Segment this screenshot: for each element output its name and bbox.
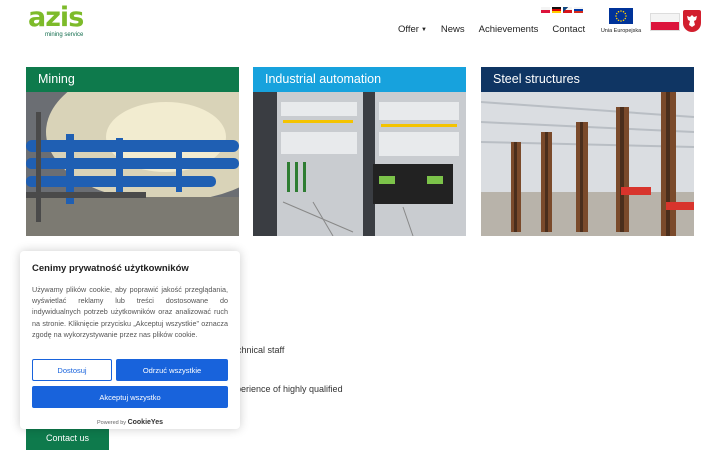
polish-eagle-icon: [683, 10, 701, 32]
nav-offer[interactable]: Offer ▼: [398, 24, 427, 35]
cookie-consent-dialog: Cenimy prywatność użytkowników Używamy p…: [20, 251, 240, 429]
control-cabinet-image: [253, 92, 466, 236]
cookieyes-logo[interactable]: CookieYes: [128, 419, 163, 426]
nav-contact[interactable]: Contact: [552, 24, 585, 35]
eu-badge: Unia Europejska: [599, 8, 643, 34]
card-industrial-automation[interactable]: Industrial automation: [253, 67, 466, 236]
poland-flag-icon: [650, 13, 680, 31]
de-flag-icon[interactable]: [552, 7, 561, 13]
logo-subtitle: mining service: [45, 32, 84, 38]
eu-flag-icon: [609, 8, 633, 24]
cookie-description: Używamy plików cookie, aby poprawić jako…: [32, 285, 228, 339]
caret-down-icon: ▼: [420, 26, 427, 33]
azis-logo[interactable]: azis mining service: [28, 2, 88, 42]
cookie-title: Cenimy prywatność użytkowników: [32, 263, 189, 274]
ru-flag-icon[interactable]: [574, 7, 583, 13]
reject-all-button[interactable]: Odrzuć wszystkie: [116, 359, 228, 381]
language-switcher: [541, 7, 583, 13]
body-text-fragment: chnical staff: [237, 345, 285, 355]
nav-news[interactable]: News: [441, 24, 465, 35]
card-title: Steel structures: [481, 67, 694, 92]
customize-button[interactable]: Dostosuj: [32, 359, 112, 381]
body-text-fragment: perience of highly qualified: [236, 384, 343, 394]
pl-flag-icon[interactable]: [541, 7, 550, 13]
nav-achievements[interactable]: Achievements: [479, 24, 539, 35]
main-nav: Offer ▼ News Achievements Contact: [398, 24, 599, 35]
accept-all-button[interactable]: Akceptuj wszystko: [32, 386, 228, 408]
card-mining[interactable]: Mining: [26, 67, 239, 236]
card-title: Mining: [26, 67, 239, 92]
steel-hall-image: [481, 92, 694, 236]
powered-by: Powered by CookieYes: [97, 419, 163, 426]
mining-tunnel-image: [26, 92, 239, 236]
cz-flag-icon[interactable]: [563, 7, 572, 13]
logo-wordmark: azis: [28, 2, 84, 33]
card-steel-structures[interactable]: Steel structures: [481, 67, 694, 236]
eu-label: Unia Europejska: [600, 28, 642, 34]
card-title: Industrial automation: [253, 67, 466, 92]
